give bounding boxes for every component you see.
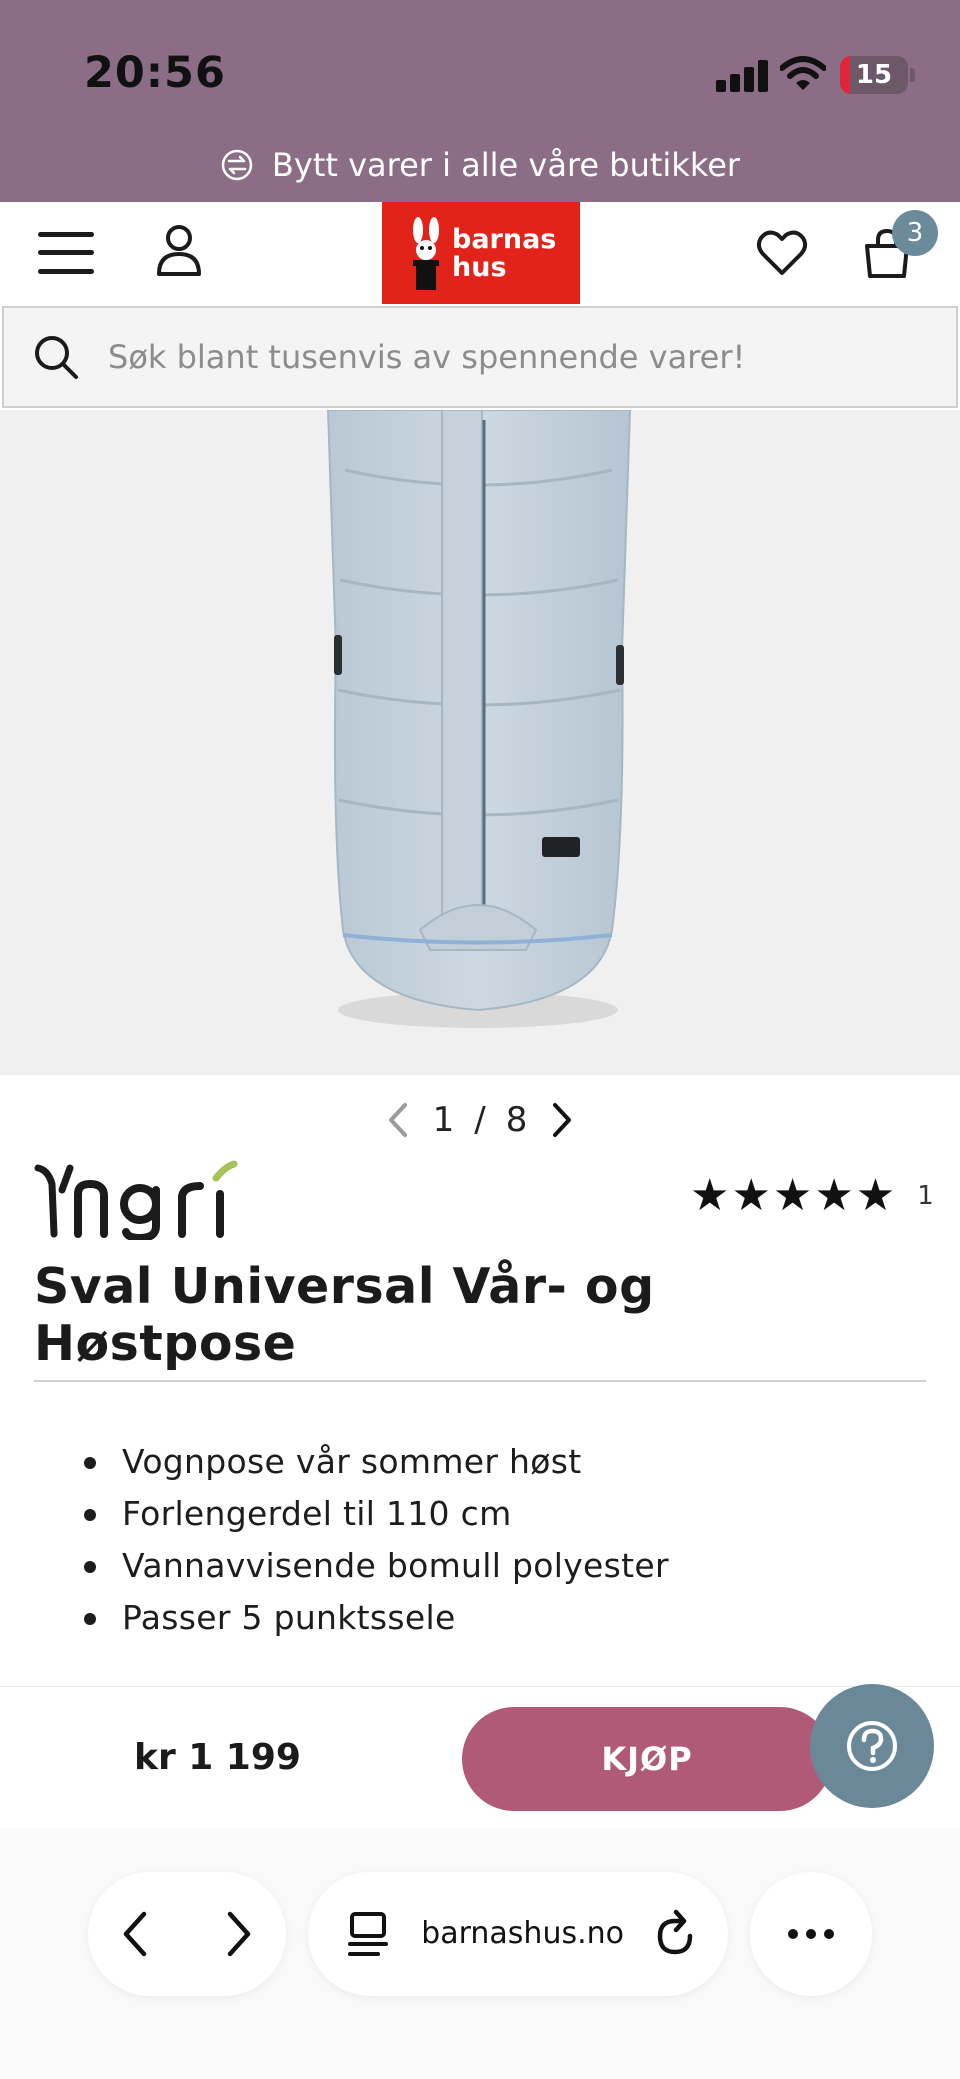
footmuff-illustration	[326, 410, 632, 1028]
address-bar[interactable]: barnashus.no	[308, 1872, 728, 1996]
rabbit-logo-icon	[413, 217, 439, 290]
promo-banner[interactable]: Bytt varer i alle våre butikker	[0, 140, 960, 190]
feature-item: Vognpose vår sommer høst	[84, 1436, 669, 1488]
pager-current: 1	[432, 1100, 455, 1140]
feature-list: Vognpose vår sommer høst Forlengerdel ti…	[84, 1436, 669, 1644]
help-icon	[847, 1721, 897, 1771]
exchange-icon	[221, 149, 253, 181]
search-input[interactable]	[108, 338, 928, 376]
chevron-left-icon[interactable]	[383, 1100, 413, 1140]
logo-line1: barnas	[452, 224, 557, 255]
forward-icon[interactable]	[218, 1910, 258, 1958]
help-button[interactable]	[810, 1684, 934, 1808]
buy-button[interactable]: KJØP	[462, 1707, 832, 1811]
star-rating-icon: ★★★★★	[690, 1170, 898, 1221]
brand-logo-yngri[interactable]	[34, 1160, 274, 1240]
heart-icon[interactable]	[756, 228, 808, 278]
battery-cap	[910, 68, 915, 82]
sticky-buy-bar: kr 1 199 KJØP	[0, 1684, 960, 1828]
account-icon[interactable]	[154, 222, 204, 278]
cellular-signal-icon	[716, 60, 768, 92]
top-band: 20:56 15 Bytt varer i alle våre butikker	[0, 0, 960, 202]
browser-nav-group	[88, 1872, 286, 1996]
logo-line2: hus	[452, 252, 507, 283]
product-price: kr 1 199	[134, 1737, 301, 1778]
chevron-right-icon[interactable]	[547, 1100, 577, 1140]
image-pager: 1 / 8	[0, 1090, 960, 1150]
reload-icon[interactable]	[652, 1908, 698, 1958]
site-header: barnas hus 3	[0, 202, 960, 306]
product-image[interactable]	[0, 410, 960, 1075]
reader-icon[interactable]	[346, 1910, 390, 1958]
browser-toolbar: barnashus.no	[0, 1828, 960, 2079]
divider	[34, 1380, 926, 1382]
feature-item: Passer 5 punktssele	[84, 1592, 669, 1644]
cart-count-badge: 3	[892, 210, 938, 256]
feature-item: Vannavvisende bomull polyester	[84, 1540, 669, 1592]
site-logo[interactable]: barnas hus	[382, 202, 580, 304]
product-title: Sval Universal Vår- og Høstpose	[34, 1258, 655, 1372]
url-text: barnashus.no	[424, 1916, 624, 1951]
status-time: 20:56	[84, 48, 226, 98]
more-icon	[788, 1929, 834, 1939]
product-rating[interactable]: ★★★★★ 1	[690, 1170, 934, 1221]
pager-separator: /	[474, 1100, 486, 1140]
menu-button[interactable]	[38, 230, 96, 276]
feature-item: Forlengerdel til 110 cm	[84, 1488, 669, 1540]
back-icon[interactable]	[116, 1910, 156, 1958]
pager-total: 8	[505, 1100, 528, 1140]
review-count: 1	[917, 1180, 934, 1211]
battery-level: 15	[855, 60, 893, 90]
wifi-icon	[780, 56, 826, 90]
search-bar[interactable]	[2, 306, 958, 408]
promo-text: Bytt varer i alle våre butikker	[271, 146, 741, 184]
battery-icon: 15	[840, 56, 908, 94]
logo-text: barnas hus	[452, 226, 556, 282]
more-button[interactable]	[750, 1872, 872, 1996]
search-icon	[35, 336, 78, 379]
